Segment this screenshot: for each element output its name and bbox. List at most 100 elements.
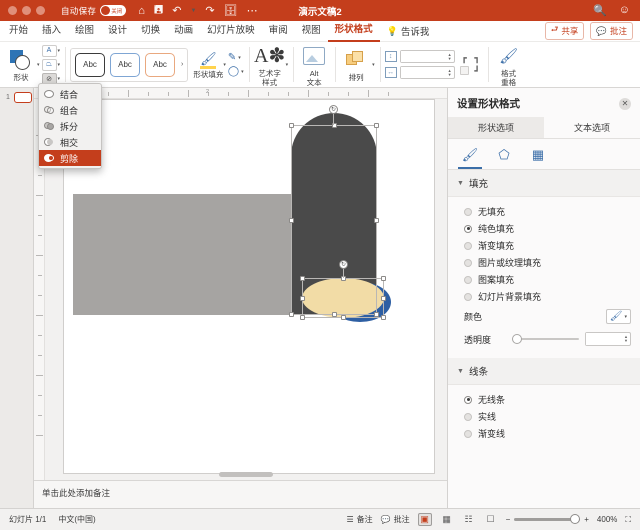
- arrange-dropdown-icon[interactable]: ▾: [372, 62, 375, 68]
- radio-pattern-fill[interactable]: [464, 275, 472, 284]
- fill-option-picture-texture-fill[interactable]: 图片或纹理填充: [448, 254, 640, 271]
- tab-draw[interactable]: 绘图: [68, 21, 101, 41]
- zoom-slider-knob[interactable]: [570, 514, 581, 524]
- tab-shape-options[interactable]: 形状选项: [448, 117, 544, 138]
- shape-effects-icon[interactable]: ◯: [228, 66, 239, 77]
- merge-menu-item-subtract[interactable]: 剪除: [39, 150, 101, 166]
- alt-text-button[interactable]: Alt 文本: [298, 43, 330, 87]
- shape-width-stepper[interactable]: ▲ ▼: [399, 66, 455, 79]
- slide-thumbnail-pane[interactable]: 1: [0, 88, 34, 508]
- slide-canvas[interactable]: ↻ ↻: [63, 99, 435, 474]
- maximize-window-button[interactable]: [36, 6, 45, 15]
- tab-home[interactable]: 开始: [0, 21, 35, 41]
- shape-style-preset-2[interactable]: Abc: [110, 52, 141, 77]
- tab-shape-format[interactable]: 形状格式: [327, 20, 380, 42]
- shape-width-spin-arrows[interactable]: ▲ ▼: [448, 68, 454, 77]
- zoom-slider[interactable]: − +: [506, 514, 589, 524]
- fill-option-no-fill[interactable]: 无填充: [448, 203, 640, 220]
- undo-dropdown-icon[interactable]: ▼: [190, 8, 196, 14]
- shape-height-input[interactable]: [400, 51, 448, 62]
- tab-text-options[interactable]: 文本选项: [544, 117, 640, 138]
- tab-slideshow[interactable]: 幻灯片放映: [200, 21, 262, 41]
- zoom-slider-track[interactable]: [514, 514, 581, 524]
- shape-outline-dropdown-icon[interactable]: ▾: [238, 55, 241, 61]
- radio-slide-bg-fill[interactable]: [464, 292, 472, 301]
- save-icon[interactable]: 🖪: [154, 1, 163, 20]
- tab-review[interactable]: 审阅: [262, 21, 295, 41]
- radio-solid-line[interactable]: [464, 412, 472, 421]
- home-icon[interactable]: ⌂: [138, 5, 145, 17]
- transparency-spin-arrows[interactable]: ▲ ▼: [624, 335, 630, 343]
- tab-insert[interactable]: 插入: [35, 21, 68, 41]
- shape-style-preset-1[interactable]: Abc: [75, 52, 106, 77]
- horizontal-scrollbar[interactable]: [219, 472, 273, 477]
- rotate-handle-tan-ellipse[interactable]: ↻: [339, 260, 348, 269]
- close-icon[interactable]: ✕: [619, 97, 631, 110]
- language-label[interactable]: 中文(中国): [58, 514, 95, 525]
- zoom-out-button[interactable]: −: [506, 515, 511, 524]
- resize-handle-s-2[interactable]: [341, 315, 346, 320]
- autosave-control[interactable]: 自动保存 关闭: [61, 5, 127, 17]
- radio-no-fill[interactable]: [464, 207, 472, 216]
- radio-picture-fill[interactable]: [464, 258, 472, 267]
- shape-height-spin-arrows[interactable]: ▲ ▼: [448, 52, 454, 61]
- more-commands-icon[interactable]: ⋯: [247, 4, 258, 17]
- arrange-button[interactable]: 排列: [340, 47, 372, 82]
- print-icon[interactable]: 🗄: [224, 4, 238, 17]
- radio-no-line[interactable]: [464, 395, 472, 404]
- account-icon[interactable]: ☺: [619, 4, 630, 17]
- text-box-button[interactable]: A: [41, 44, 57, 57]
- tab-animations[interactable]: 动画: [167, 21, 200, 41]
- zoom-in-button[interactable]: +: [584, 515, 589, 524]
- shape-style-more-icon[interactable]: ›: [181, 61, 183, 68]
- comments-button[interactable]: 💬 批注: [590, 22, 633, 40]
- format-painter-button[interactable]: 🖌 格式 重格: [493, 43, 525, 87]
- tab-design[interactable]: 设计: [101, 21, 134, 41]
- title-bar-right-actions[interactable]: 🔍 ☺: [593, 4, 630, 17]
- fill-option-solid-fill[interactable]: 纯色填充: [448, 220, 640, 237]
- merge-shapes-menu[interactable]: 结合 组合 拆分 相交 剪除: [38, 83, 102, 169]
- fill-option-gradient-fill[interactable]: 渐变填充: [448, 237, 640, 254]
- shape-fill-button[interactable]: 🖌 形状填充: [193, 49, 223, 80]
- size-properties-icon[interactable]: ▦: [528, 146, 548, 164]
- resize-handle-nw[interactable]: [289, 123, 294, 128]
- merge-shapes-dropdown-icon[interactable]: ▾: [58, 76, 61, 82]
- fill-option-pattern-fill[interactable]: 图案填充: [448, 271, 640, 288]
- transparency-slider[interactable]: [512, 333, 580, 345]
- merge-menu-item-combine[interactable]: 组合: [39, 102, 101, 118]
- slide-sorter-icon[interactable]: ▦: [440, 513, 454, 526]
- shape-height-stepper[interactable]: ▲ ▼: [399, 50, 455, 63]
- resize-handle-w-2[interactable]: [300, 296, 305, 301]
- line-option-no-line[interactable]: 无线条: [448, 391, 640, 408]
- redo-icon[interactable]: ↷: [205, 4, 214, 17]
- shape-gray-rectangle[interactable]: [73, 194, 293, 315]
- reading-view-icon[interactable]: ☷: [462, 513, 476, 526]
- tab-transitions[interactable]: 切换: [134, 21, 167, 41]
- fill-bucket-icon[interactable]: 🖌: [458, 146, 482, 169]
- resize-handle-sw-2[interactable]: [300, 315, 305, 320]
- undo-icon[interactable]: ↶: [172, 4, 181, 17]
- slideshow-icon[interactable]: ☐: [484, 513, 498, 526]
- edit-points-dropdown-icon[interactable]: ▾: [58, 62, 61, 68]
- share-button[interactable]: ⮐ 共享: [544, 22, 585, 40]
- transparency-stepper[interactable]: ▲ ▼: [585, 332, 631, 346]
- shape-width-input[interactable]: [400, 67, 448, 78]
- tell-me-search[interactable]: 💡 告诉我: [380, 24, 437, 39]
- slide-edit-area[interactable]: ↻ ↻: [45, 99, 447, 480]
- fill-section-header[interactable]: ▼ 填充: [448, 170, 640, 197]
- normal-view-icon[interactable]: ▣: [417, 513, 432, 526]
- resize-handle-ne[interactable]: [374, 123, 379, 128]
- resize-handle-w[interactable]: [289, 218, 294, 223]
- zoom-level-label[interactable]: 400%: [597, 515, 617, 524]
- resize-handle-e[interactable]: [374, 218, 379, 223]
- wordart-dropdown-icon[interactable]: ▾: [286, 62, 289, 68]
- line-option-solid-line[interactable]: 实线: [448, 408, 640, 425]
- slide-thumbnail-1[interactable]: [14, 92, 32, 103]
- fill-color-picker[interactable]: 🖌 ▾: [605, 309, 631, 324]
- notes-toggle-button[interactable]: ☰ 备注: [346, 514, 372, 525]
- radio-gradient-fill[interactable]: [464, 241, 472, 250]
- window-controls[interactable]: [8, 6, 45, 15]
- resize-handle-ne-2[interactable]: [381, 276, 386, 281]
- fill-option-slide-background-fill[interactable]: 幻灯片背景填充: [448, 288, 640, 305]
- quick-access-toolbar[interactable]: ⌂ 🖪 ↶ ▼ ↷ 🗄 ⋯: [138, 1, 257, 20]
